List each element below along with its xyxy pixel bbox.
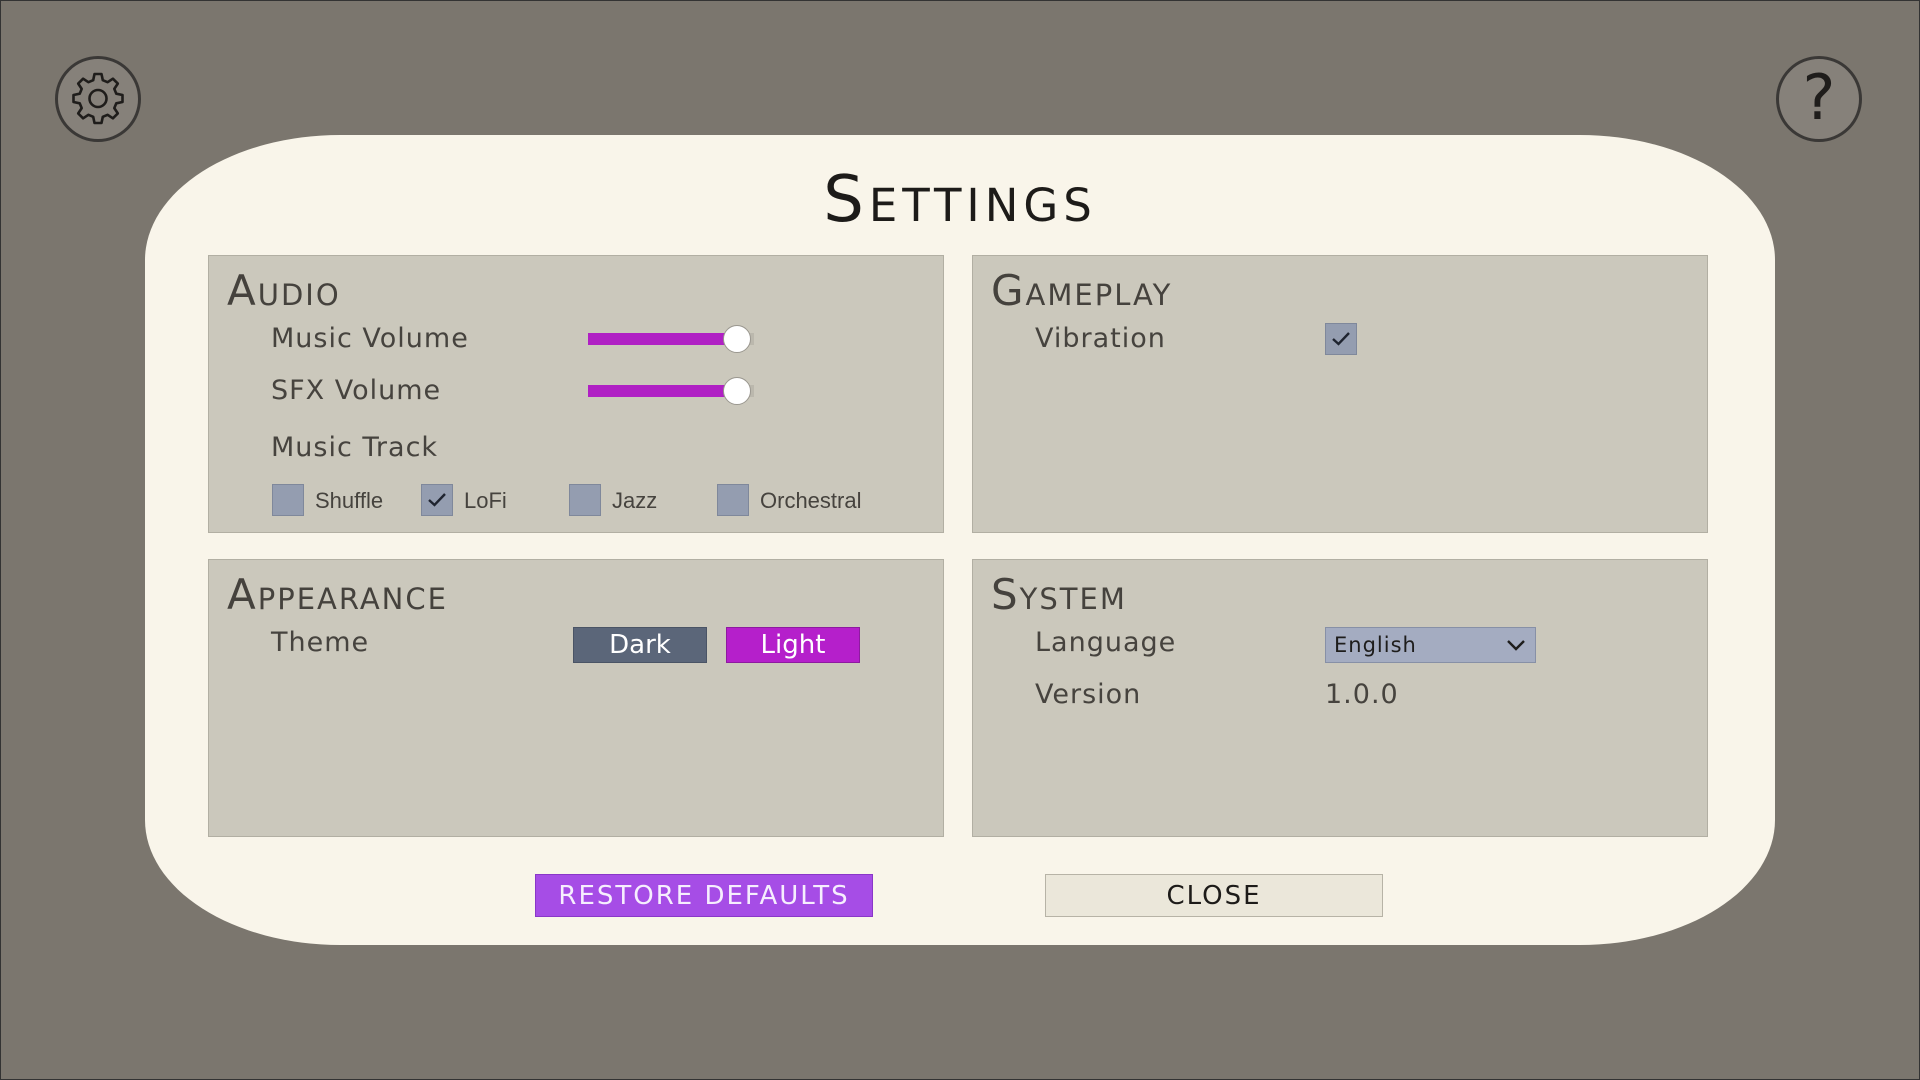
language-label: Language: [1035, 627, 1177, 658]
checkmark-icon: [1332, 332, 1350, 346]
gear-icon: [72, 72, 124, 125]
appearance-section: Appearance Theme Dark Light: [208, 559, 944, 837]
chevron-down-icon: [1507, 640, 1525, 651]
track-label-jazz: Jazz: [612, 488, 658, 513]
track-checkbox-lofi[interactable]: [421, 484, 453, 516]
vibration-label: Vibration: [1035, 323, 1166, 354]
version-value: 1.0.0: [1325, 679, 1399, 710]
settings-dialog: Settings Audio Music Volume SFX Volume M…: [145, 135, 1775, 945]
audio-section: Audio Music Volume SFX Volume Music Trac…: [208, 255, 944, 533]
track-label-shuffle: Shuffle: [315, 488, 384, 513]
restore-defaults-button[interactable]: Restore Defaults: [535, 874, 873, 917]
slider-fill: [588, 385, 738, 397]
theme-light-button[interactable]: Light: [726, 627, 860, 663]
dialog-title: Settings: [823, 163, 1097, 237]
music-volume-label: Music Volume: [271, 323, 469, 354]
close-button[interactable]: Close: [1045, 874, 1383, 917]
slider-handle[interactable]: [723, 325, 752, 353]
track-checkbox-jazz[interactable]: [569, 484, 601, 516]
sfx-volume-slider[interactable]: [588, 376, 754, 406]
language-dropdown[interactable]: English: [1325, 627, 1536, 663]
theme-label: Theme: [271, 627, 370, 658]
help-icon: ?: [1802, 61, 1836, 134]
language-value: English: [1334, 633, 1417, 657]
vibration-checkbox[interactable]: [1325, 323, 1357, 355]
sfx-volume-label: SFX Volume: [271, 375, 442, 406]
theme-dark-button[interactable]: Dark: [573, 627, 707, 663]
gameplay-section: Gameplay Vibration: [972, 255, 1708, 533]
music-volume-slider[interactable]: [588, 324, 754, 354]
music-track-label: Music Track: [271, 432, 439, 463]
settings-button[interactable]: [55, 56, 141, 142]
appearance-section-title: Appearance: [227, 570, 448, 619]
help-button[interactable]: ?: [1776, 56, 1862, 142]
version-label: Version: [1035, 679, 1142, 710]
track-label-lofi: LoFi: [464, 488, 507, 513]
system-section: System Language English Version 1.0.0: [972, 559, 1708, 837]
checkmark-icon: [428, 493, 446, 507]
gameplay-section-title: Gameplay: [991, 266, 1173, 315]
track-label-orchestral: Orchestral: [760, 488, 862, 513]
track-checkbox-orchestral[interactable]: [717, 484, 749, 516]
system-section-title: System: [991, 570, 1127, 619]
audio-section-title: Audio: [227, 266, 341, 315]
slider-handle[interactable]: [723, 377, 752, 405]
slider-fill: [588, 333, 738, 345]
track-checkbox-shuffle[interactable]: [272, 484, 304, 516]
